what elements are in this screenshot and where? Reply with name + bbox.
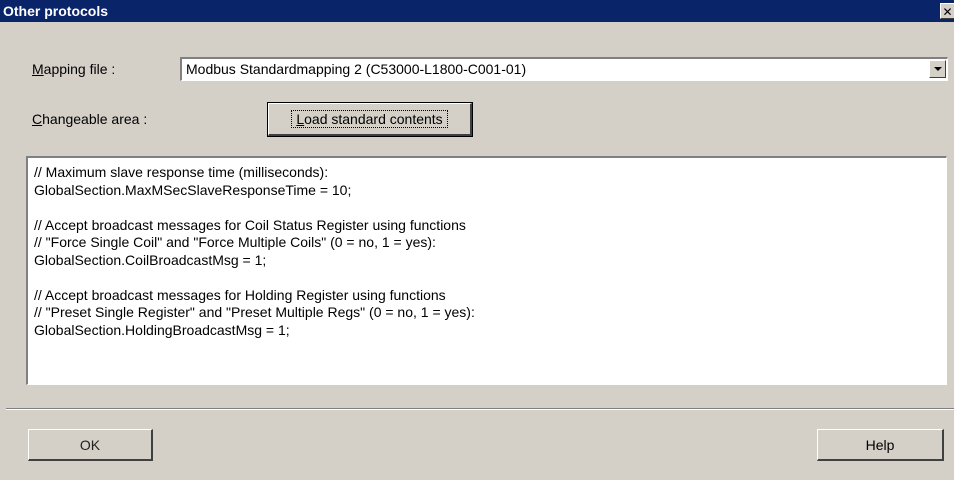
load-button-focus: Load standard contents	[291, 110, 448, 128]
mapping-content-textarea[interactable]: // Maximum slave response time (millisec…	[26, 156, 947, 385]
help-button[interactable]: Help	[817, 429, 944, 461]
content-line: // Accept broadcast messages for Holding…	[34, 286, 446, 303]
chevron-down-icon[interactable]	[929, 60, 946, 78]
mapping-file-value: Modbus Standardmapping 2 (C53000-L1800-C…	[186, 61, 527, 77]
mapping-file-dropdown[interactable]: Modbus Standardmapping 2 (C53000-L1800-C…	[180, 57, 948, 81]
changeable-area-label: Changeable area :	[32, 111, 147, 127]
content-line: GlobalSection.HoldingBroadcastMsg = 1;	[34, 321, 290, 338]
content-line: // Accept broadcast messages for Coil St…	[34, 216, 466, 233]
content-line	[34, 269, 946, 287]
mapping-file-label-text: apping file :	[43, 61, 116, 77]
content-line: // "Force Single Coil" and "Force Multip…	[34, 234, 436, 250]
close-icon[interactable]: ✕	[940, 3, 954, 19]
content-line: // Maximum slave response time (millisec…	[34, 164, 329, 180]
load-button-label: oad standard contents	[304, 111, 443, 127]
content-line: // "Preset Single Register" and "Preset …	[34, 304, 475, 320]
ok-button[interactable]: OK	[28, 429, 153, 461]
changeable-area-label-text: hangeable area :	[42, 111, 148, 127]
changeable-area-accel: C	[32, 111, 43, 127]
footer-separator	[6, 408, 954, 410]
content-line: GlobalSection.CoilBroadcastMsg = 1;	[34, 251, 267, 268]
mapping-file-accel: M	[32, 61, 44, 77]
load-button-accel: L	[296, 111, 305, 127]
load-standard-contents-button[interactable]: Load standard contents	[267, 102, 473, 137]
mapping-file-label: Mapping file :	[32, 61, 115, 77]
content-line	[34, 199, 946, 217]
content-line: GlobalSection.MaxMSecSlaveResponseTime =…	[34, 181, 352, 198]
title-bar: Other protocols ✕	[0, 0, 954, 22]
window-title: Other protocols	[3, 3, 109, 19]
